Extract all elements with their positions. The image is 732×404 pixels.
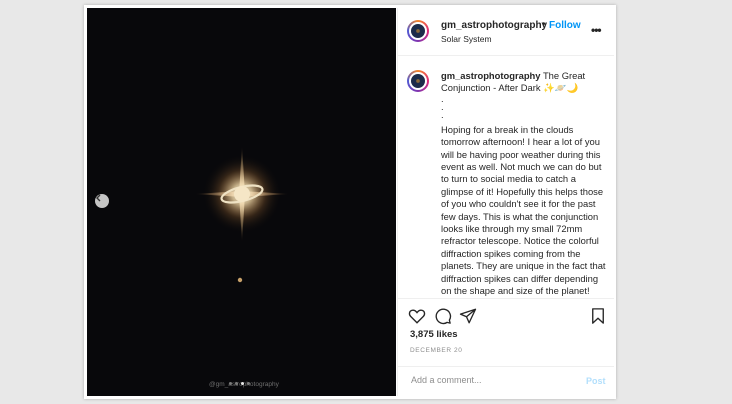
post-sidebar: gm_astrophotography • Follow Solar Syste… — [397, 8, 614, 396]
comment-icon[interactable] — [434, 307, 452, 325]
carousel-dot — [247, 382, 250, 385]
caption-dot: . — [441, 92, 444, 104]
caption-avatar[interactable] — [407, 70, 429, 92]
caption-dot: . — [441, 108, 444, 120]
bookmark-icon[interactable] — [589, 307, 607, 325]
carousel-dot — [229, 382, 232, 385]
post-photo[interactable]: @gm_astrophotography — [87, 8, 396, 396]
likes-count[interactable]: 3,875 likes — [410, 329, 458, 340]
moon-dot — [237, 277, 243, 283]
saturn-jupiter-image — [195, 146, 289, 283]
caption-dot: . — [441, 100, 444, 112]
caption-body: Hoping for a break in the clouds tomorro… — [441, 123, 606, 297]
caption-username[interactable]: gm_astrophotography — [441, 70, 541, 81]
separator-dot: • — [542, 19, 546, 30]
more-options-icon[interactable]: ••• — [591, 23, 602, 37]
action-bar: 3,875 likes DECEMBER 20 — [398, 298, 614, 373]
chevron-left-icon — [96, 194, 101, 202]
carousel-dot-active — [241, 382, 244, 385]
follow-button[interactable]: Follow — [549, 20, 581, 31]
comment-bar: Post — [398, 366, 614, 397]
header-username[interactable]: gm_astrophotography — [441, 20, 547, 31]
saturn-body — [234, 186, 250, 202]
avatar[interactable] — [407, 20, 429, 42]
caption-text: gm_astrophotography The Great Conjunctio… — [441, 70, 609, 298]
post-date[interactable]: DECEMBER 20 — [410, 347, 462, 354]
carousel-previous-button[interactable] — [95, 194, 109, 208]
post-header: gm_astrophotography • Follow Solar Syste… — [398, 8, 614, 56]
caption-section: gm_astrophotography The Great Conjunctio… — [398, 56, 614, 298]
carousel-dot — [235, 382, 238, 385]
heart-icon[interactable] — [408, 307, 426, 325]
caption-emoji: ✨🪐🌙 — [543, 82, 579, 94]
location-link[interactable]: Solar System — [441, 34, 492, 44]
post-comment-button[interactable]: Post — [586, 376, 606, 386]
carousel-indicator — [229, 382, 250, 385]
share-icon[interactable] — [459, 307, 477, 325]
comment-input[interactable] — [409, 374, 573, 386]
